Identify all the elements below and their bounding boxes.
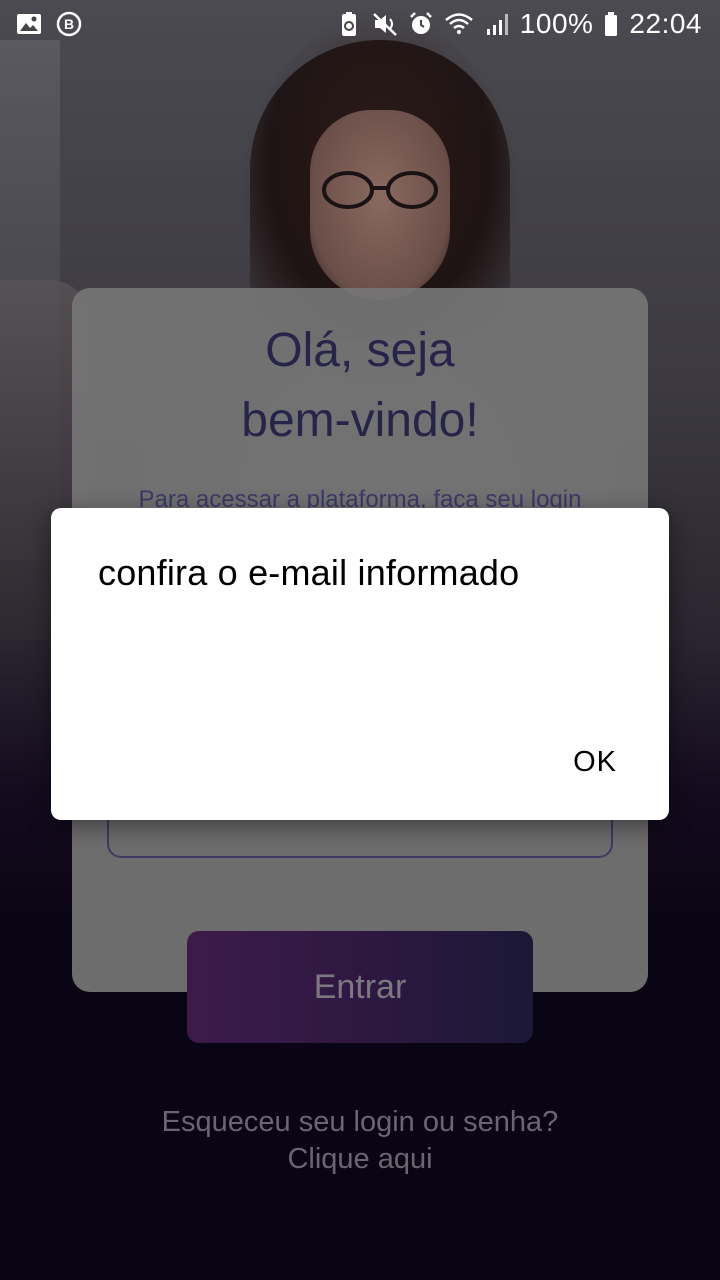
dialog-ok-button[interactable]: OK [573, 746, 617, 779]
alert-dialog: confira o e-mail informado OK [51, 508, 669, 820]
dialog-message: confira o e-mail informado [98, 552, 520, 593]
